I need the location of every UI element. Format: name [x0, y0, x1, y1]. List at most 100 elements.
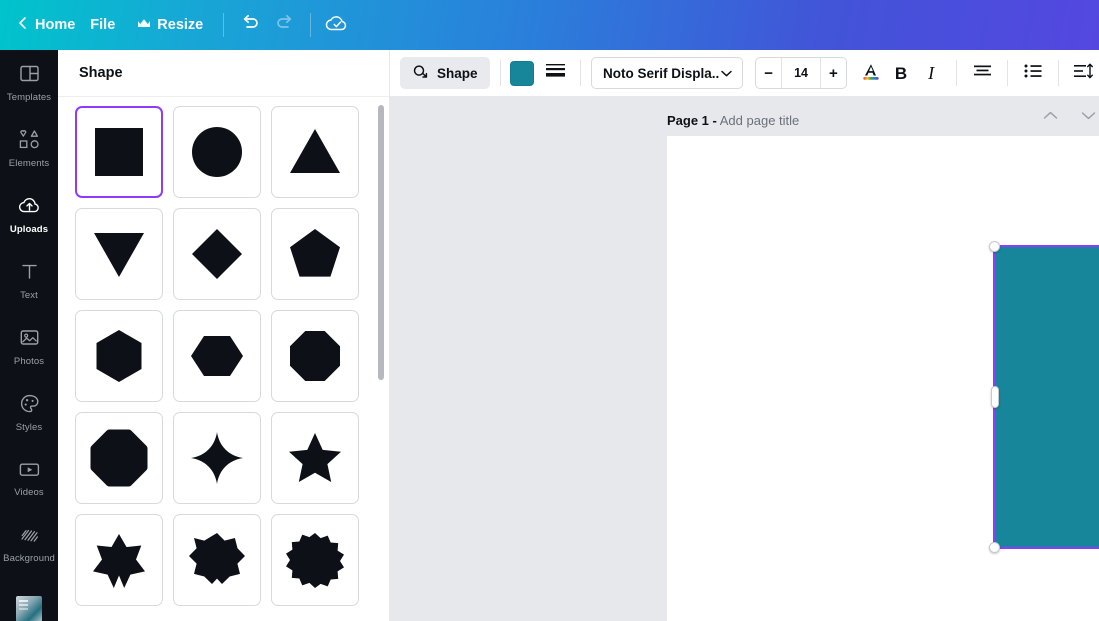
text-align-button[interactable] [967, 57, 997, 89]
shape-option-star-6-point[interactable] [75, 514, 163, 606]
star-12-point-icon [286, 531, 344, 589]
bullet-list-button[interactable] [1018, 57, 1048, 89]
star-6-point-icon [90, 531, 148, 589]
align-center-icon [972, 63, 993, 83]
page-number-label: Page 1 - [667, 112, 717, 128]
undo-button[interactable] [233, 8, 267, 42]
italic-button[interactable]: I [916, 57, 946, 89]
fill-color-swatch[interactable] [510, 60, 535, 86]
sidebar-item-label: Text [20, 290, 38, 302]
expand-page-button[interactable] [1077, 106, 1099, 128]
resize-button[interactable]: Resize [126, 10, 214, 40]
selected-element-wrapper [989, 241, 1099, 553]
bullet-list-icon [1023, 63, 1043, 84]
line-spacing-button[interactable] [1069, 57, 1099, 89]
shape-option-square[interactable] [75, 106, 163, 198]
text-color-a-icon [860, 60, 882, 87]
page-title-placeholder[interactable]: Add page title [720, 113, 800, 128]
rounded-octagon-icon [90, 429, 148, 487]
star-4-point-icon [188, 429, 246, 487]
shape-option-triangle-down[interactable] [75, 208, 163, 300]
diamond-icon [188, 225, 246, 283]
collapse-page-button[interactable] [1039, 106, 1061, 128]
sidebar-item-videos[interactable]: Videos [0, 446, 58, 512]
shape-option-triangle-up[interactable] [271, 106, 359, 198]
design-page[interactable] [667, 136, 1099, 621]
page-controls [1039, 106, 1099, 128]
canvas-workspace[interactable]: Page 1 - Add page title [390, 97, 1099, 621]
image-thumbnail-icon [16, 596, 42, 621]
shape-option-rounded-octagon[interactable] [75, 412, 163, 504]
sidebar-item-label: Uploads [9, 223, 49, 235]
sidebar-item-text[interactable]: Text [0, 248, 58, 314]
triangle-down-icon [90, 225, 148, 283]
shape-option-star-12-point[interactable] [271, 514, 359, 606]
file-menu-button[interactable]: File [79, 10, 126, 40]
selected-rectangle-shape[interactable] [993, 245, 1099, 549]
sidebar-item-templates[interactable]: Templates [0, 50, 58, 116]
shape-panel-header: Shape [58, 50, 389, 97]
shape-option-pentagon[interactable] [271, 208, 359, 300]
toolbar-divider [223, 13, 225, 37]
chevron-left-icon [16, 16, 29, 34]
octagon-icon [286, 327, 344, 385]
redo-button[interactable] [267, 8, 301, 42]
resize-label: Resize [157, 17, 204, 33]
text-color-button[interactable] [856, 57, 886, 89]
toolbar-divider-4 [1007, 60, 1008, 86]
redo-arrow-icon [275, 14, 294, 36]
sidebar-item-photos[interactable]: Photos [0, 314, 58, 380]
shape-panel-body [58, 97, 390, 621]
resize-handle-top-left[interactable] [989, 241, 1000, 252]
sidebar-item-styles[interactable]: Styles [0, 380, 58, 446]
top-navigation-bar: Home File Resize [0, 0, 1099, 50]
toolbar-divider-2 [310, 13, 312, 37]
editor-window: Home File Resize Templates Elements Uplo… [0, 0, 1099, 621]
shape-option-hexagon-vertical[interactable] [75, 310, 163, 402]
sidebar-item-uploads[interactable]: Uploads [0, 182, 58, 248]
cloud-upload-icon [18, 196, 41, 221]
shape-comment-icon [412, 64, 429, 83]
page-header: Page 1 - Add page title [667, 106, 1099, 134]
saved-status-button[interactable] [320, 8, 354, 42]
star-5-point-icon [286, 429, 344, 487]
shape-option-circle[interactable] [173, 106, 261, 198]
panel-title: Shape [79, 65, 123, 81]
shape-option-octagon[interactable] [271, 310, 359, 402]
text-t-icon [19, 261, 40, 287]
sidebar-item-label: Elements [8, 158, 50, 170]
shape-option-diamond[interactable] [173, 208, 261, 300]
chevron-up-icon [1042, 108, 1059, 126]
font-family-select[interactable]: Noto Serif Displa... [590, 57, 743, 89]
sidebar-item-label: Photos [13, 356, 45, 368]
back-button[interactable]: Home [10, 10, 79, 40]
templates-grid-icon [19, 63, 40, 89]
font-size-input[interactable]: 14 [781, 58, 821, 88]
shape-panel-scrollbar[interactable] [378, 105, 384, 380]
sidebar-item-elements[interactable]: Elements [0, 116, 58, 182]
shape-option-hexagon-horizontal[interactable] [173, 310, 261, 402]
resize-handle-left[interactable] [991, 386, 999, 408]
sidebar-item-background[interactable]: Background [0, 512, 58, 578]
sidebar-item-image-thumbnail[interactable] [0, 578, 58, 621]
resize-handle-bottom-left[interactable] [989, 542, 1000, 553]
bold-button[interactable]: B [886, 57, 916, 89]
sidebar-item-label: Background [3, 553, 55, 565]
page-title-row: Page 1 - Add page title [667, 113, 799, 128]
shape-option-star-8-point[interactable] [173, 514, 261, 606]
home-label: Home [35, 17, 76, 33]
chevron-down-icon [720, 66, 733, 81]
shape-option-star-4-point[interactable] [173, 412, 261, 504]
border-style-button[interactable] [540, 57, 570, 89]
toolbar-divider-2 [580, 60, 581, 86]
font-size-decrease-button[interactable]: − [756, 58, 781, 88]
shape-option-star-5-point[interactable] [271, 412, 359, 504]
hexagon-horizontal-icon [188, 327, 246, 385]
square-icon [90, 123, 148, 181]
toolbar-divider [499, 60, 501, 86]
undo-arrow-icon [241, 14, 260, 36]
shape-panel: Shape [58, 50, 390, 621]
shape-type-button[interactable]: Shape [400, 57, 490, 89]
palette-icon [19, 393, 40, 419]
font-size-increase-button[interactable]: + [821, 58, 846, 88]
